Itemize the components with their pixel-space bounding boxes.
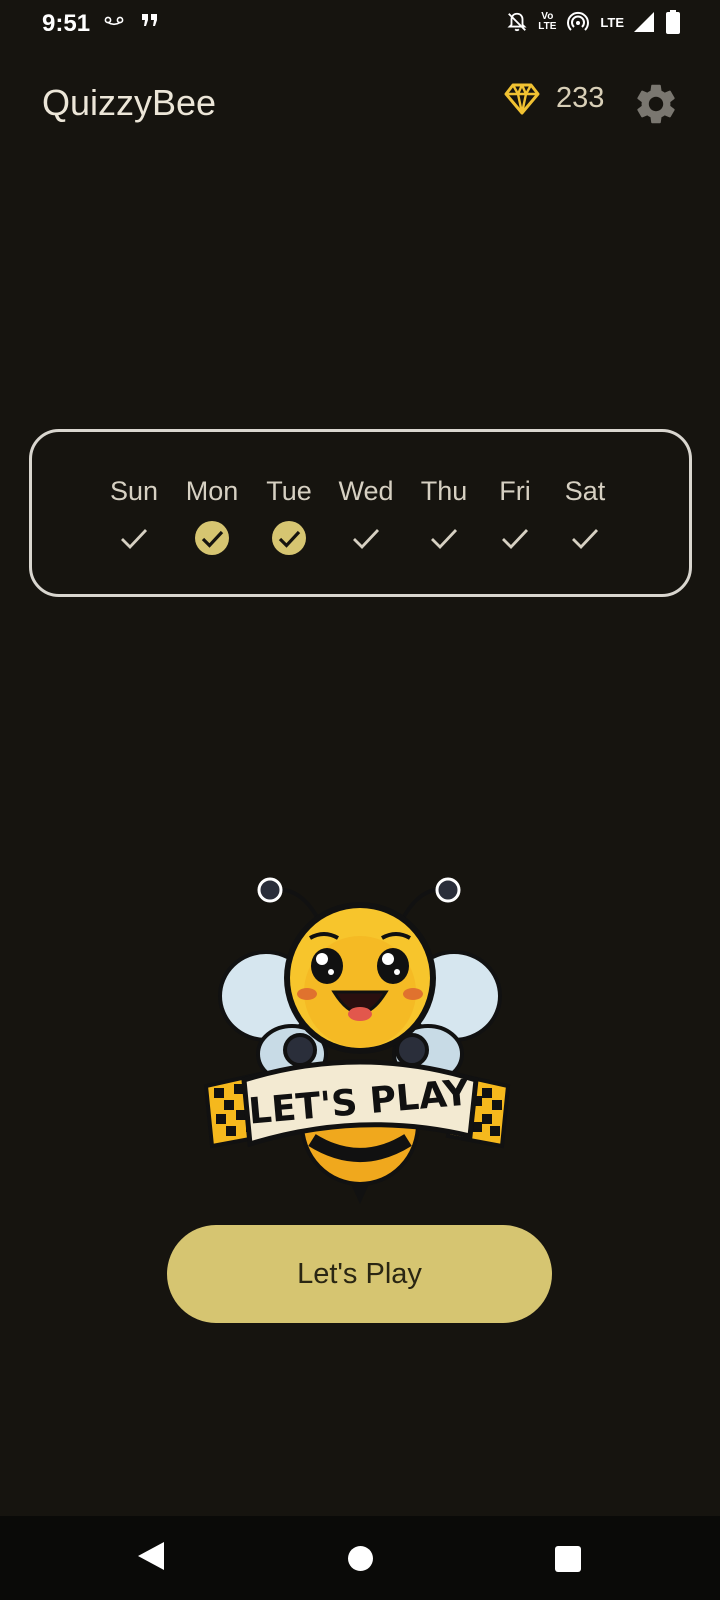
check-icon <box>353 529 380 550</box>
day-wed: Wed <box>321 476 411 556</box>
check-icon <box>572 529 599 550</box>
bell-off-icon <box>507 12 527 32</box>
play-button-label: Let's Play <box>297 1257 422 1290</box>
check-circle-icon <box>272 521 306 555</box>
system-nav-bar <box>0 1516 720 1600</box>
recents-icon[interactable] <box>555 1546 581 1572</box>
gear-icon[interactable] <box>632 80 680 128</box>
voicemail-icon <box>104 16 124 26</box>
hotspot-icon <box>567 11 590 31</box>
check-circle-icon <box>195 521 229 555</box>
status-bar: 9:51 Vo LTE LTE <box>0 0 720 52</box>
day-label: Wed <box>338 476 394 506</box>
check-icon <box>502 529 529 550</box>
diamond-icon <box>504 83 540 114</box>
status-time: 9:51 <box>42 10 91 37</box>
lets-play-button[interactable]: Let's Play <box>167 1225 552 1323</box>
battery-icon <box>666 10 680 34</box>
day-label: Sun <box>109 476 159 506</box>
lte-signal-icon <box>634 12 654 32</box>
gem-count: 233 <box>556 82 605 114</box>
gem-counter[interactable]: 233 <box>504 82 604 115</box>
day-sat: Sat <box>540 476 630 556</box>
volte-icon: Vo LTE <box>538 11 557 32</box>
back-icon[interactable] <box>136 1540 166 1572</box>
day-sun: Sun <box>89 476 179 556</box>
day-label: Sat <box>564 476 606 506</box>
quote-icon <box>142 14 157 26</box>
app-title: QuizzyBee <box>42 82 217 123</box>
bee-mascot-illustration: LET'S PLAY <box>203 877 511 1204</box>
app-screen: 9:51 Vo LTE LTE QuizzyBee 233 Sun Mon Tu… <box>0 0 720 1600</box>
check-icon <box>431 529 458 550</box>
network-type: LTE <box>600 14 624 30</box>
home-icon[interactable] <box>348 1546 373 1571</box>
check-icon <box>121 529 148 550</box>
weekly-streak-card: Sun Mon Tue Wed Thu Fri Sat <box>29 429 692 597</box>
